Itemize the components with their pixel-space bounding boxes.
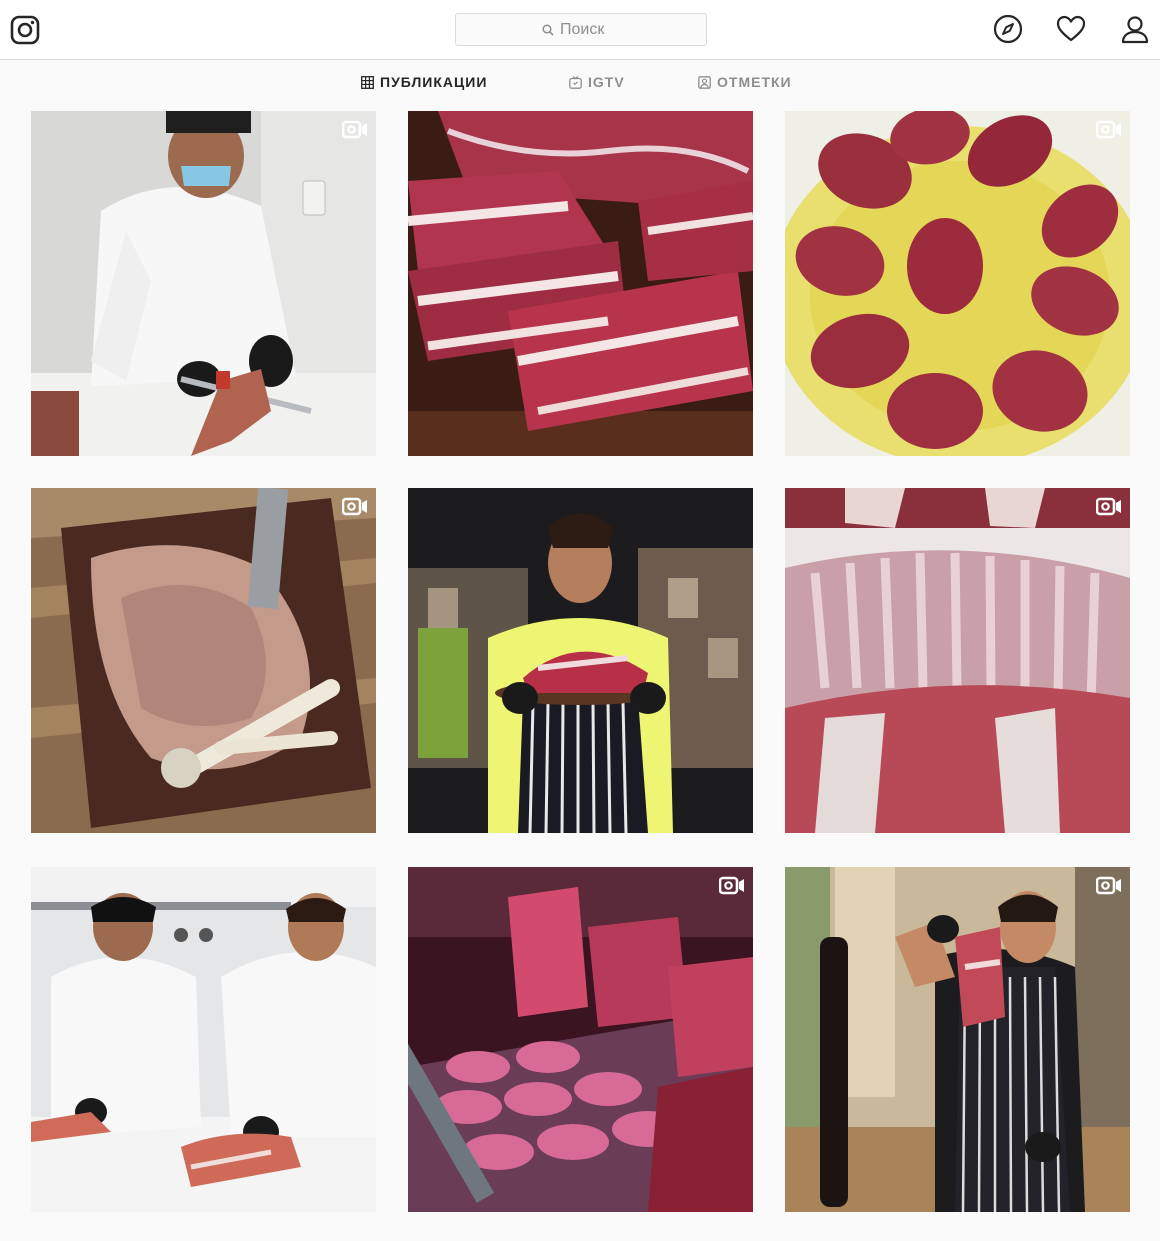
video-camera-icon (1096, 497, 1121, 516)
grid-icon (361, 75, 374, 89)
top-navigation-bar (0, 0, 1160, 60)
post-thumbnail[interactable] (31, 867, 376, 1212)
heart-icon[interactable] (1056, 14, 1086, 44)
post-thumbnail[interactable] (31, 488, 376, 833)
tab-tagged[interactable]: ОТМЕТКИ (698, 73, 792, 91)
tab-publications-label: ПУБЛИКАЦИИ (380, 74, 488, 90)
post-image (785, 488, 1130, 833)
post-image (785, 867, 1130, 1212)
search-icon (542, 23, 554, 36)
video-camera-icon (342, 497, 367, 516)
search-input-box[interactable] (455, 13, 707, 46)
igtv-icon (569, 75, 582, 89)
post-image (31, 867, 376, 1212)
tagged-icon (698, 75, 711, 89)
post-image (31, 111, 376, 456)
profile-tabs: ПУБЛИКАЦИИ IGTV ОТМЕТКИ (0, 60, 1160, 104)
post-image (31, 488, 376, 833)
search-input[interactable] (560, 20, 620, 39)
tab-publications[interactable]: ПУБЛИКАЦИИ (361, 73, 487, 91)
compass-icon[interactable] (993, 14, 1023, 44)
post-image (408, 488, 753, 833)
tab-igtv-label: IGTV (588, 74, 625, 90)
tab-tagged-label: ОТМЕТКИ (717, 74, 792, 90)
video-camera-icon (1096, 876, 1121, 895)
post-thumbnail[interactable] (408, 111, 753, 456)
post-image (408, 111, 753, 456)
instagram-logo-icon[interactable] (10, 15, 40, 45)
profile-icon[interactable] (1120, 14, 1150, 44)
post-image (408, 867, 753, 1212)
post-image (785, 111, 1130, 456)
post-thumbnail[interactable] (408, 867, 753, 1212)
post-thumbnail[interactable] (31, 111, 376, 456)
post-thumbnail[interactable] (408, 488, 753, 833)
video-camera-icon (719, 876, 744, 895)
tab-igtv[interactable]: IGTV (569, 73, 625, 91)
post-thumbnail[interactable] (785, 867, 1130, 1212)
post-thumbnail[interactable] (785, 488, 1130, 833)
post-thumbnail[interactable] (785, 111, 1130, 456)
video-camera-icon (1096, 120, 1121, 139)
video-camera-icon (342, 120, 367, 139)
